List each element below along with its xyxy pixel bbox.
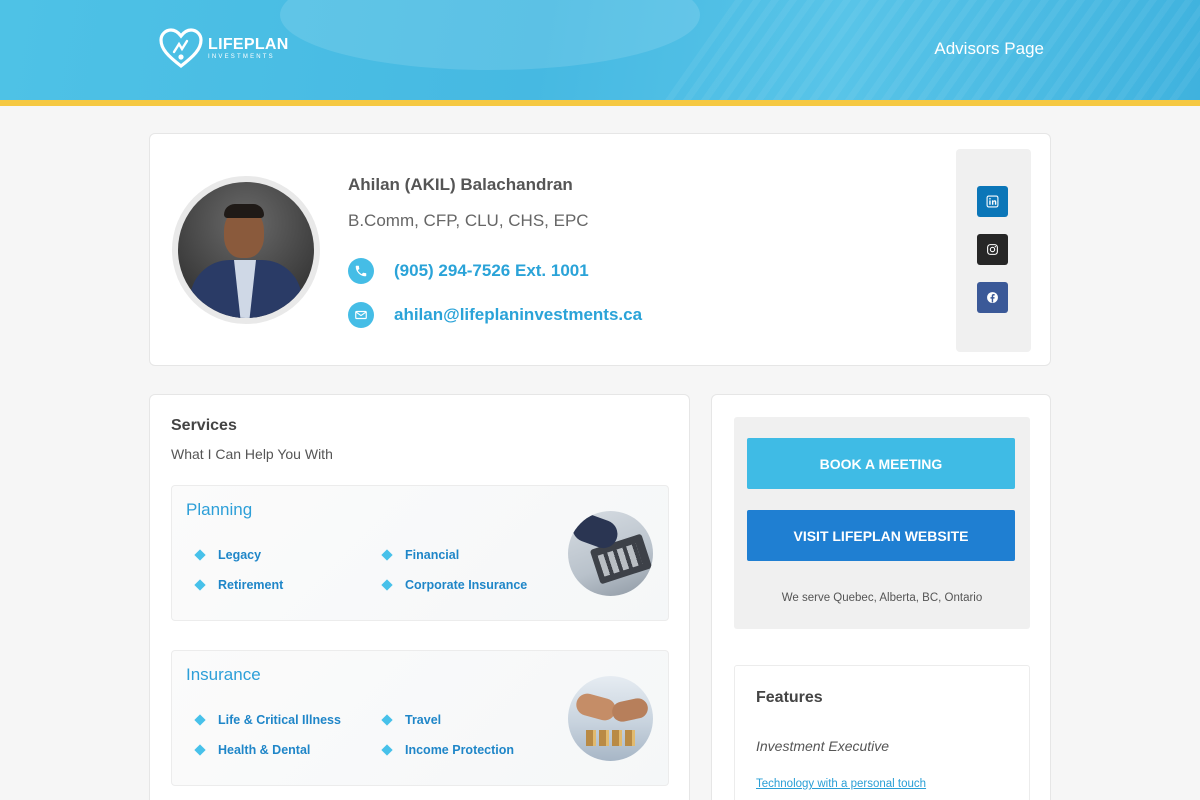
service-item-retirement[interactable]: Retirement [194, 578, 284, 592]
service-item-label: Corporate Insurance [405, 578, 528, 592]
phone-icon [348, 258, 374, 284]
actions-card: BOOK A MEETING VISIT LIFEPLAN WEBSITE We… [711, 394, 1051, 800]
phone-contact: (905) 294-7526 Ext. 1001 [348, 258, 589, 284]
service-item-life-critical-illness[interactable]: Life & Critical Illness [194, 713, 341, 727]
social-links-panel [956, 149, 1031, 352]
email-contact: ahilan@lifeplaninvestments.ca [348, 302, 642, 328]
services-card: Services What I Can Help You With Planni… [149, 394, 690, 800]
planning-service-group: Planning Legacy Financial Retirement Cor… [171, 485, 669, 621]
phone-link[interactable]: (905) 294-7526 Ext. 1001 [394, 261, 589, 281]
facebook-icon [987, 292, 998, 303]
diamond-bullet-icon [381, 549, 393, 561]
service-group-heading: Insurance [186, 665, 261, 684]
book-meeting-button[interactable]: BOOK A MEETING [747, 438, 1015, 489]
avatar-frame [172, 176, 320, 324]
service-item-label: Income Protection [405, 743, 515, 757]
diamond-bullet-icon [194, 549, 206, 561]
advisor-name: Ahilan (AKIL) Balachandran [348, 175, 573, 194]
services-subtitle: What I Can Help You With [171, 446, 333, 462]
diamond-bullet-icon [381, 714, 393, 726]
diamond-bullet-icon [381, 579, 393, 591]
facebook-button[interactable] [977, 282, 1008, 313]
features-link[interactable]: Technology with a personal touch [756, 778, 926, 790]
advisor-avatar [178, 182, 314, 318]
diamond-bullet-icon [194, 579, 206, 591]
planning-photo [568, 511, 653, 596]
service-item-legacy[interactable]: Legacy [194, 548, 262, 562]
linkedin-icon [986, 195, 999, 208]
service-item-label: Financial [405, 548, 460, 562]
heart-logo-icon [159, 28, 203, 69]
services-title: Services [171, 417, 237, 434]
service-item-financial[interactable]: Financial [381, 548, 460, 562]
envelope-icon [348, 302, 374, 328]
features-panel: Features Investment Executive Technology… [734, 665, 1030, 800]
features-title: Features [756, 689, 823, 706]
diamond-bullet-icon [194, 714, 206, 726]
logo-text: LIFEPLAN INVESTMENTS [208, 35, 289, 60]
linkedin-button[interactable] [977, 186, 1008, 217]
instagram-icon [987, 244, 998, 255]
instagram-button[interactable] [977, 234, 1008, 265]
site-header: LIFEPLAN INVESTMENTS Advisors Page [0, 0, 1200, 100]
lifeplan-logo[interactable]: LIFEPLAN INVESTMENTS [158, 26, 289, 70]
diamond-bullet-icon [381, 744, 393, 756]
service-item-label: Travel [405, 713, 442, 727]
cta-panel: BOOK A MEETING VISIT LIFEPLAN WEBSITE We… [734, 417, 1030, 629]
service-item-travel[interactable]: Travel [381, 713, 442, 727]
service-group-heading: Planning [186, 500, 253, 519]
service-regions-text: We serve Quebec, Alberta, BC, Ontario [781, 592, 983, 604]
visit-website-button[interactable]: VISIT LIFEPLAN WEBSITE [747, 510, 1015, 561]
advisor-profile-card: Ahilan (AKIL) Balachandran B.Comm, CFP, … [149, 133, 1051, 366]
diamond-bullet-icon [194, 744, 206, 756]
header-accent-stripe [0, 100, 1200, 106]
logo-sub-text: INVESTMENTS [208, 53, 275, 60]
service-item-label: Health & Dental [218, 743, 311, 757]
insurance-photo [568, 676, 653, 761]
service-item-label: Retirement [218, 578, 284, 592]
service-item-label: Legacy [218, 548, 262, 562]
service-item-corporate-insurance[interactable]: Corporate Insurance [381, 578, 528, 592]
email-link[interactable]: ahilan@lifeplaninvestments.ca [394, 305, 642, 325]
service-item-income-protection[interactable]: Income Protection [381, 743, 515, 757]
insurance-service-group: Insurance Life & Critical Illness Travel… [171, 650, 669, 786]
advisor-role: Investment Executive [756, 738, 890, 754]
service-item-health-dental[interactable]: Health & Dental [194, 743, 311, 757]
logo-main-text: LIFEPLAN [208, 35, 289, 53]
service-item-label: Life & Critical Illness [218, 713, 341, 727]
advisors-page-link[interactable]: Advisors Page [934, 39, 1044, 59]
advisor-credentials: B.Comm, CFP, CLU, CHS, EPC [348, 211, 589, 230]
